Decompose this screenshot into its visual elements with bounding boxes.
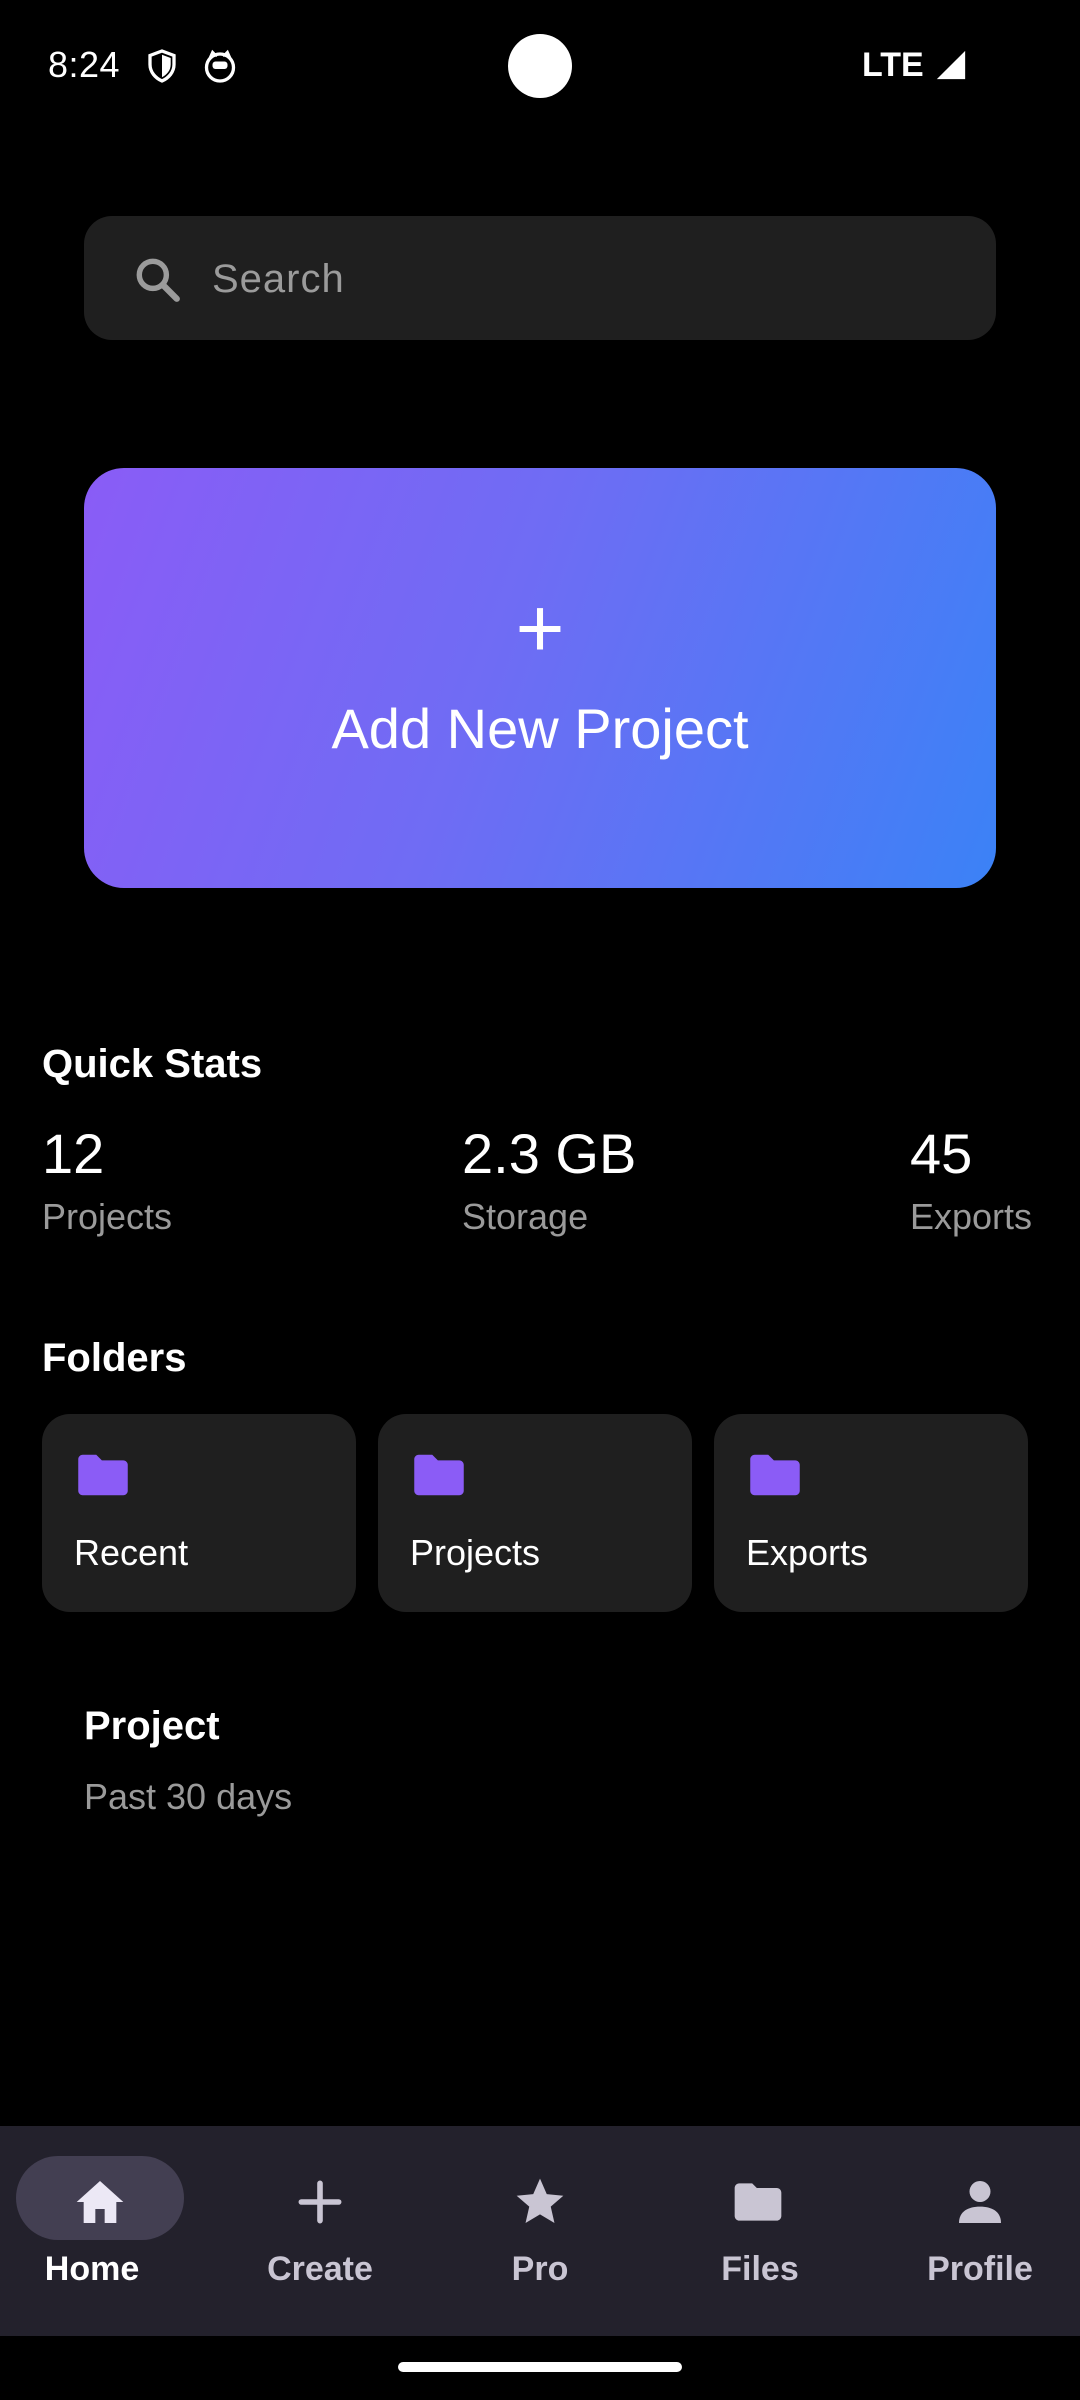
project-title: Project [84, 1704, 220, 1748]
nav-label: Create [267, 2250, 373, 2288]
nav-label: Home [44, 2250, 140, 2288]
folder-label: Projects [410, 1532, 541, 1573]
camera-cutout [508, 34, 572, 98]
folder-icon [414, 1454, 464, 1496]
folder-label: Recent [74, 1532, 189, 1573]
folder-icon [734, 2183, 782, 2221]
folders-title: Folders [42, 1336, 187, 1380]
plus-icon [298, 2180, 342, 2224]
folder-card-exports[interactable]: Exports [714, 1414, 1028, 1612]
nav-item-home[interactable]: Home [0, 2126, 216, 2336]
status-bar: 8:24 LTE [0, 0, 1080, 132]
folder-icon [750, 1454, 800, 1496]
add-new-project-button[interactable]: + Add New Project [84, 468, 996, 888]
home-icon [76, 2181, 124, 2223]
shield-icon [148, 49, 176, 83]
signal-icon [936, 50, 966, 80]
nav-item-create[interactable]: Create [212, 2126, 428, 2336]
search-input[interactable] [210, 246, 954, 312]
bottom-navigation: Home Create Pro Files Profile [0, 2126, 1080, 2336]
folder-icon [78, 1454, 128, 1496]
home-indicator[interactable] [398, 2362, 682, 2372]
plus-icon: + [515, 581, 565, 675]
nav-label: Pro [511, 2250, 569, 2288]
nav-item-files[interactable]: Files [652, 2126, 868, 2336]
stat-value: 2.3 GB [462, 1122, 637, 1185]
stat-value: 12 [42, 1122, 105, 1185]
person-icon [959, 2181, 1001, 2223]
star-icon [516, 2178, 564, 2223]
project-period: Past 30 days [84, 1776, 293, 1817]
stat-exports: 45 Exports [910, 1122, 1032, 1238]
quick-stats-title: Quick Stats [42, 1042, 263, 1086]
nav-item-profile[interactable]: Profile [872, 2126, 1080, 2336]
status-time: 8:24 [48, 44, 121, 85]
search-icon [136, 258, 180, 302]
stat-label: Projects [42, 1196, 173, 1237]
stat-projects: 12 Projects [42, 1122, 172, 1238]
stat-label: Storage [462, 1196, 589, 1237]
folder-card-projects[interactable]: Projects [378, 1414, 692, 1612]
stat-storage: 2.3 GB Storage [462, 1122, 636, 1238]
stat-value: 45 [910, 1122, 973, 1185]
folder-label: Exports [746, 1532, 869, 1573]
stat-label: Exports [910, 1196, 1033, 1237]
add-new-project-label: Add New Project [331, 697, 749, 760]
network-type: LTE [862, 46, 924, 84]
folder-card-recent[interactable]: Recent [42, 1414, 356, 1612]
search-bar[interactable] [84, 216, 996, 340]
app-screen: 8:24 LTE + Add New Project Quick Stats 1… [0, 0, 1080, 2400]
nav-label: Files [721, 2250, 799, 2288]
nav-label: Profile [927, 2250, 1033, 2288]
nav-item-pro[interactable]: Pro [432, 2126, 648, 2336]
cat-face-icon [204, 49, 236, 83]
